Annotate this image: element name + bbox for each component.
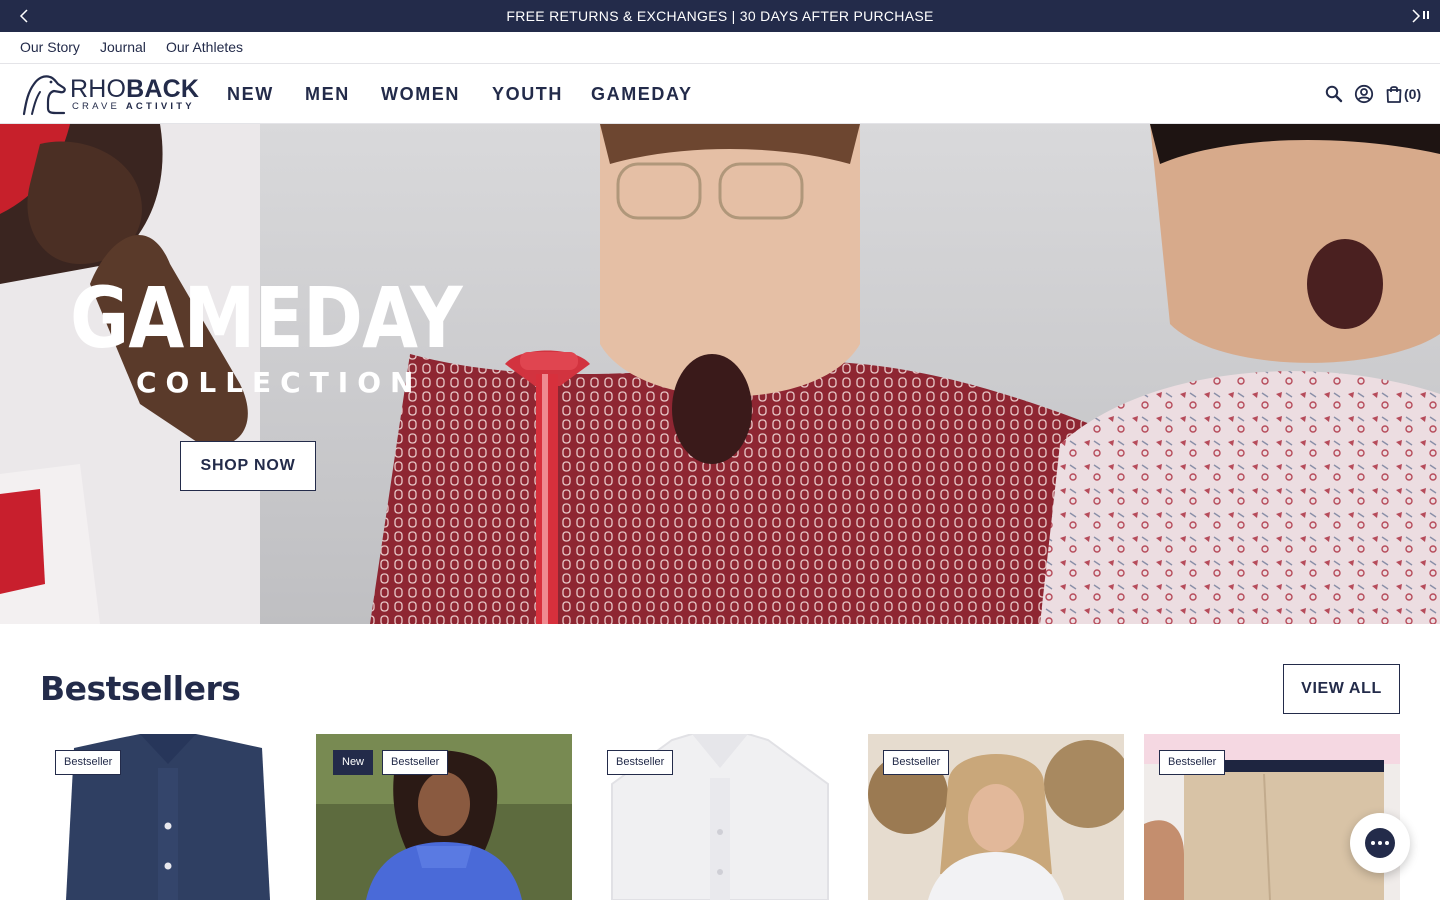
logo-wordmark: RHOBACK [70, 75, 200, 103]
badge-bestseller: Bestseller [883, 750, 950, 775]
hero-title: GAMEDAY [70, 269, 463, 367]
badge-bestseller: Bestseller [382, 750, 449, 775]
search-icon[interactable] [1324, 84, 1344, 104]
utility-link-our-story[interactable]: Our Story [20, 32, 80, 63]
badge-new: New [333, 750, 374, 775]
dog-logo-icon [22, 75, 66, 116]
pause-icon[interactable] [1422, 10, 1432, 22]
cart-count[interactable]: (0) [1404, 64, 1421, 124]
chat-button[interactable] [1350, 813, 1410, 873]
product-card[interactable]: Bestseller [868, 734, 1124, 900]
chat-icon [1365, 828, 1395, 858]
announcement-bar: FREE RETURNS & EXCHANGES | 30 DAYS AFTER… [0, 0, 1440, 32]
main-header: RHOBACK CRAVE ACTIVITY NEW MEN WOMEN YOU… [0, 64, 1440, 124]
utility-link-our-athletes[interactable]: Our Athletes [166, 32, 243, 63]
hero-subtitle: COLLECTION [136, 366, 423, 399]
nav-youth[interactable]: YOUTH [492, 64, 563, 124]
nav-men[interactable]: MEN [305, 64, 350, 124]
product-card[interactable]: Bestseller [40, 734, 296, 900]
product-card[interactable]: New Bestseller [316, 734, 572, 900]
view-all-button[interactable]: VIEW ALL [1283, 664, 1400, 714]
cart-icon[interactable] [1384, 84, 1404, 104]
logo-tagline: CRAVE ACTIVITY [72, 101, 195, 112]
announcement-text: FREE RETURNS & EXCHANGES | 30 DAYS AFTER… [506, 8, 934, 24]
utility-link-journal[interactable]: Journal [100, 32, 146, 63]
product-card[interactable]: Bestseller [1144, 734, 1400, 900]
hero-banner[interactable]: GAMEDAY COLLECTION SHOP NOW [0, 124, 1440, 624]
rhoback-logo[interactable]: RHOBACK CRAVE ACTIVITY [20, 72, 202, 116]
badge-bestseller: Bestseller [1159, 750, 1226, 775]
nav-women[interactable]: WOMEN [381, 64, 460, 124]
account-icon[interactable] [1354, 84, 1374, 104]
nav-new[interactable]: NEW [227, 64, 274, 124]
badge-bestseller: Bestseller [55, 750, 122, 775]
badge-bestseller: Bestseller [607, 750, 674, 775]
shop-now-button[interactable]: SHOP NOW [180, 441, 316, 491]
utility-nav: Our Story Journal Our Athletes [0, 32, 1440, 64]
section-title: Bestsellers [40, 669, 241, 708]
product-card[interactable]: Bestseller [592, 734, 848, 900]
nav-gameday[interactable]: GAMEDAY [591, 64, 693, 124]
